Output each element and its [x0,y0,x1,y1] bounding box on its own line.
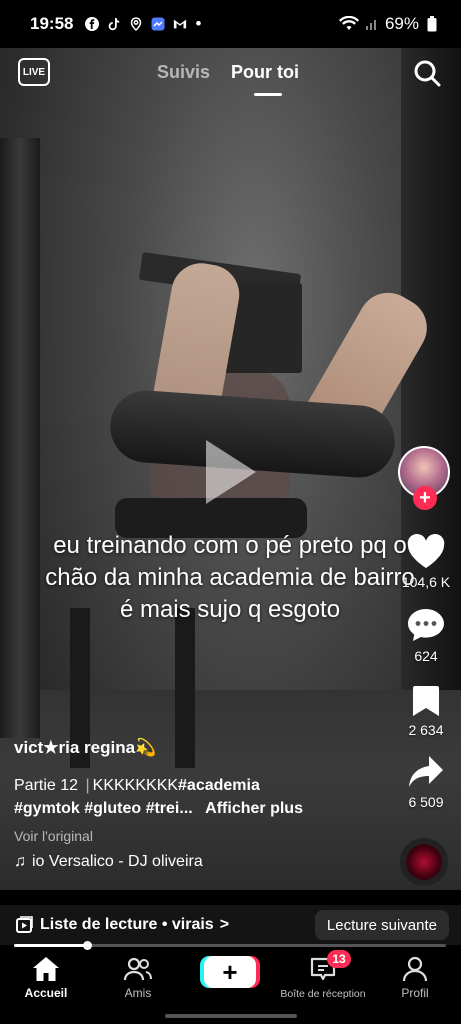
creator-username[interactable]: vict★ria regina💫 [14,738,374,758]
bookmark-icon [413,686,439,716]
profile-icon [402,956,428,982]
series-part[interactable]: Partie 12 [14,777,78,794]
status-left: 19:58 • [30,14,201,34]
tab-following[interactable]: Suivis [157,62,210,83]
video-text-overlay: eu treinando com o pé preto pq o chão da… [45,532,415,623]
create-button[interactable]: + [204,956,256,988]
top-nav: LIVE Suivis Pour toi [0,52,461,102]
location-icon [129,17,143,31]
share-button[interactable]: 6 509 [396,754,456,810]
video-scene-machine-frame [0,138,40,738]
battery-percent: 69% [384,14,419,33]
nav-friends-label: Amis [124,986,152,1000]
heart-icon [407,534,445,568]
save-count: 2 634 [408,722,444,738]
description-text: KKKKKKKK [92,777,179,794]
playlist-label: Liste de lecture • virais [40,916,214,933]
comment-count: 624 [414,648,438,664]
music-note-icon: ♫ [14,853,26,870]
playlist-link[interactable]: Liste de lecture • virais > [16,916,229,934]
share-icon [409,756,443,787]
post-info: vict★ria regina💫 Partie 12 | KKKKKKKK#aca… [14,738,374,871]
live-button[interactable]: LIVE [18,58,50,86]
save-button[interactable]: 2 634 [396,684,456,738]
video-progress-bar[interactable] [14,941,446,950]
chevron-right-icon: > [219,916,230,933]
search-button[interactable] [412,58,442,88]
home-icon [33,957,59,981]
video-progress-handle[interactable] [83,941,93,950]
tiktok-icon [107,17,121,31]
status-right: 69% [338,14,439,34]
wifi-icon [338,16,359,31]
comment-icon [408,609,444,641]
nav-inbox-label: Boîte de réception [280,988,366,1000]
show-more-link[interactable]: Afficher plus [205,800,303,817]
plus-icon: + [419,487,431,509]
more-notifications-dot: • [195,14,202,33]
comment-button[interactable]: 624 [396,606,456,664]
music-track[interactable]: ♫ io Versalico - DJ oliveira [14,853,374,871]
share-count: 6 509 [408,794,444,810]
search-icon [414,60,441,87]
hashtags[interactable]: #gymtok #gluteo #trei... [14,800,193,817]
playlist-icon [16,916,33,933]
gmail-icon [173,17,187,31]
status-bar: 19:58 • 69% [0,0,461,48]
nav-friends[interactable]: Amis [92,956,184,1000]
active-tab-indicator [254,93,282,96]
friends-icon [123,957,152,981]
create-icon: + [222,956,238,987]
nav-inbox[interactable]: Boîte de réception [277,956,369,1000]
next-video-button[interactable]: Lecture suivante [314,910,449,940]
play-icon[interactable] [206,440,256,504]
signal-icon [365,17,379,31]
separator: | [85,777,90,794]
home-indicator [165,1014,297,1018]
video-progress-fill [14,944,88,947]
nav-profile[interactable]: Profil [369,956,461,1000]
nav-profile-label: Profil [401,986,429,1000]
nav-home[interactable]: Accueil [0,956,92,1000]
facebook-icon [85,17,100,31]
see-original-link[interactable]: Voir l'original [14,828,374,844]
like-count: 104,6 K [401,574,451,590]
messenger-icon [151,17,165,31]
music-disc[interactable] [400,838,448,886]
music-title: io Versalico - DJ oliveira [32,853,203,870]
tab-for-you[interactable]: Pour toi [231,62,299,83]
follow-button[interactable]: + [413,486,437,510]
bottom-nav: Accueil Amis + Boîte de réception 13 Pro… [0,950,461,1024]
hashtag[interactable]: #academia [178,777,260,794]
inbox-badge: 13 [327,950,351,968]
post-description[interactable]: Partie 12 | KKKKKKKK#academia #gymtok #gl… [14,774,374,820]
nav-home-label: Accueil [24,986,68,1000]
playlist-bar: Liste de lecture • virais > Lecture suiv… [0,905,461,945]
like-button[interactable]: 104,6 K [396,534,456,590]
status-time: 19:58 [30,14,74,33]
battery-icon [425,16,439,32]
